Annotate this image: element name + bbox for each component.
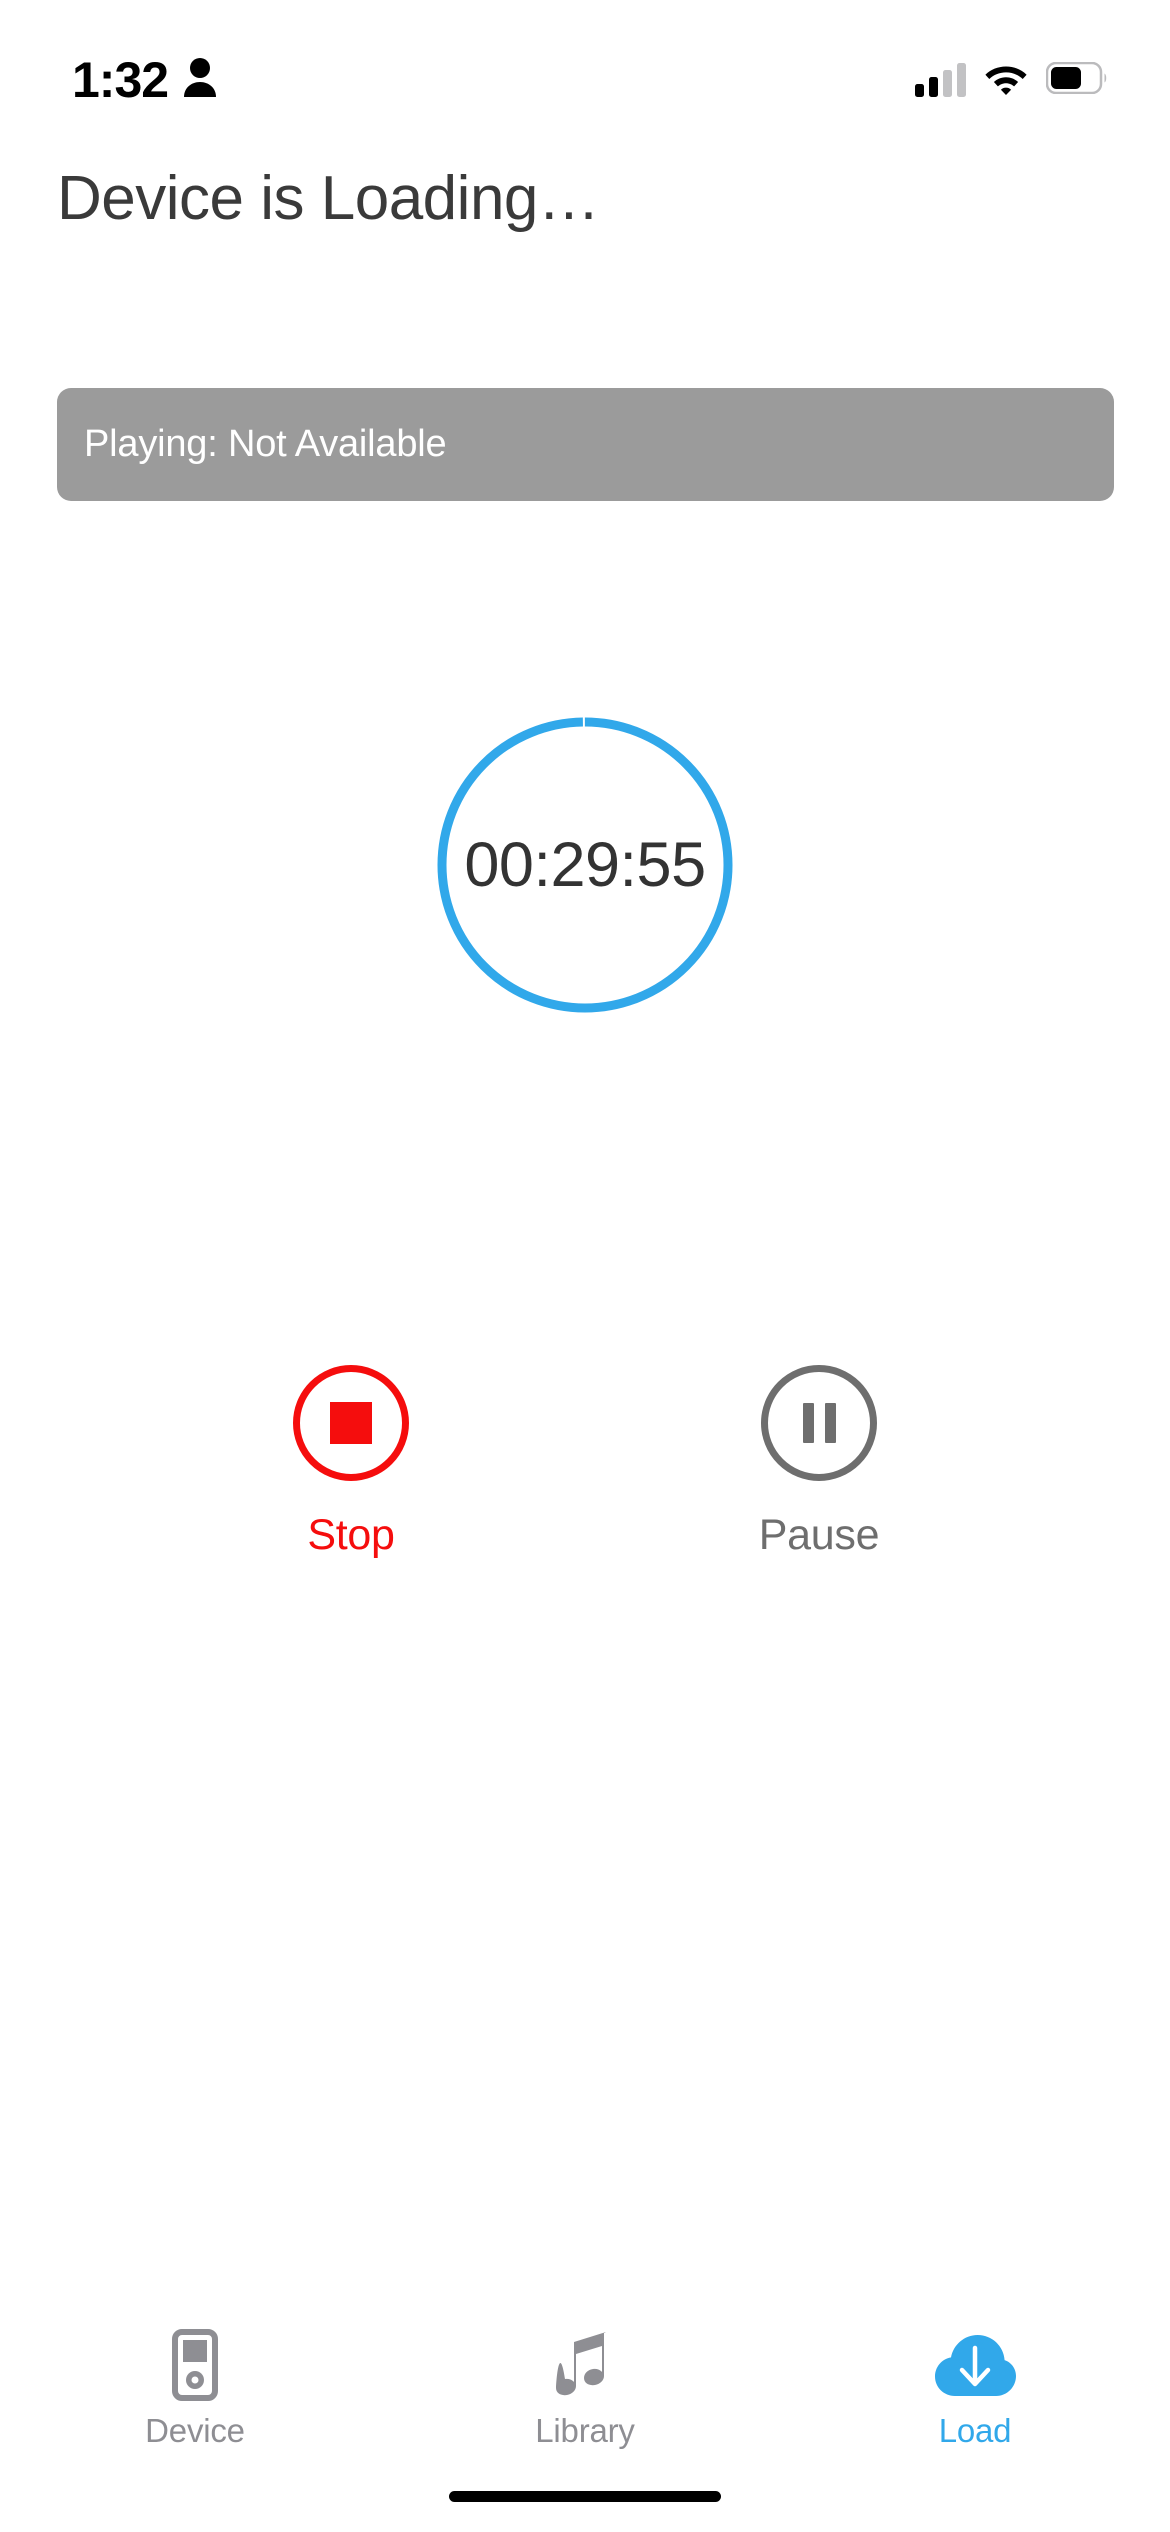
- home-indicator: [449, 2491, 721, 2502]
- status-bar-right: [915, 61, 1108, 100]
- status-bar-left: 1:32: [72, 55, 218, 105]
- stop-button[interactable]: Stop: [236, 1365, 466, 1560]
- app-screen: 1:32 Device is Loading… Playing: Not Ava…: [0, 0, 1170, 2532]
- person-icon: [182, 57, 218, 104]
- cellular-signal-icon: [915, 63, 966, 97]
- pause-button-circle[interactable]: [761, 1365, 877, 1481]
- stop-button-label: Stop: [307, 1511, 395, 1559]
- now-playing-text: Playing: Not Available: [84, 423, 447, 465]
- tab-load-label: Load: [938, 2412, 1012, 2449]
- tab-load[interactable]: Load: [780, 2328, 1170, 2450]
- cloud-download-icon: [933, 2328, 1017, 2402]
- wifi-icon: [984, 61, 1028, 100]
- tab-device[interactable]: Device: [0, 2328, 390, 2450]
- tab-device-label: Device: [145, 2412, 245, 2449]
- stop-button-circle[interactable]: [293, 1365, 409, 1481]
- timer-value: 00:29:55: [464, 830, 706, 900]
- stop-square-icon: [330, 1402, 372, 1444]
- battery-icon: [1045, 61, 1108, 99]
- music-note-icon: [556, 2328, 614, 2402]
- page-title: Device is Loading…: [57, 164, 600, 233]
- countdown-ring: 00:29:55: [435, 715, 735, 1015]
- tab-library[interactable]: Library: [390, 2328, 780, 2450]
- status-bar: 1:32: [0, 0, 1170, 120]
- ipod-device-icon: [172, 2328, 218, 2402]
- timer-section: 00:29:55: [0, 715, 1170, 1015]
- now-playing-banner: Playing: Not Available: [57, 388, 1114, 501]
- transport-controls: Stop Pause: [0, 1365, 1170, 1560]
- pause-button[interactable]: Pause: [704, 1365, 934, 1560]
- status-bar-clock: 1:32: [72, 52, 169, 108]
- tab-library-label: Library: [535, 2412, 635, 2449]
- pause-bars-icon: [802, 1403, 836, 1443]
- pause-button-label: Pause: [758, 1511, 880, 1559]
